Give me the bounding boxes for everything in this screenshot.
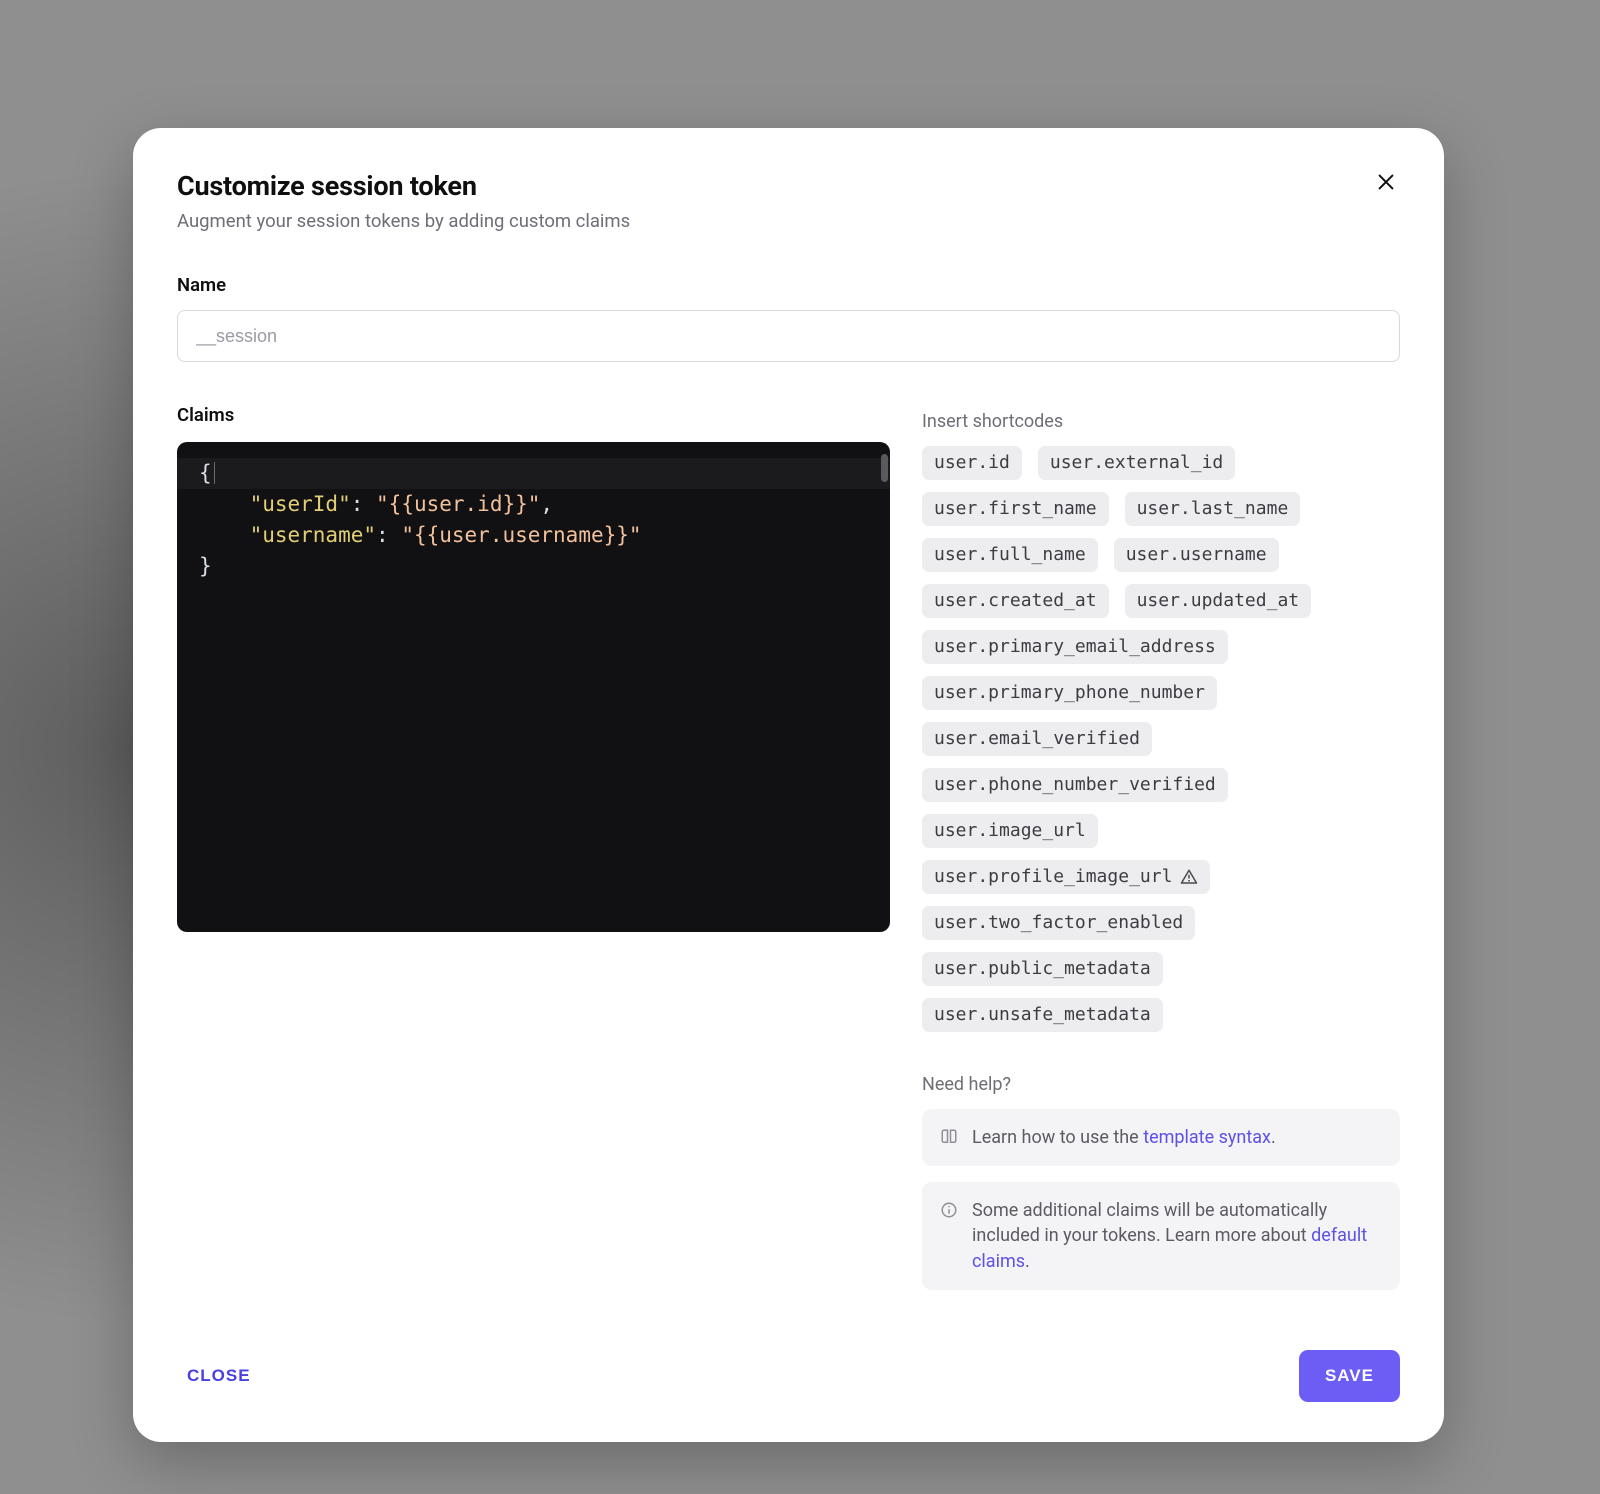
help-text: Learn how to use the template syntax.: [972, 1125, 1276, 1150]
shortcode-chip[interactable]: user.profile_image_url: [922, 860, 1210, 894]
shortcode-chip[interactable]: user.last_name: [1125, 492, 1301, 526]
shortcode-text: user.full_name: [934, 546, 1086, 564]
name-input[interactable]: [177, 310, 1400, 362]
shortcode-chip[interactable]: user.updated_at: [1125, 584, 1312, 618]
claims-section: Claims { "userId": "{{user.id}}", "usern…: [177, 404, 1400, 1290]
shortcode-text: user.public_metadata: [934, 960, 1151, 978]
modal-footer: CLOSE SAVE: [177, 1350, 1400, 1402]
code-token: {: [199, 461, 212, 485]
shortcode-text: user.profile_image_url: [934, 868, 1172, 886]
help-default-claims: Some additional claims will be automatic…: [922, 1182, 1400, 1290]
shortcode-text: user.first_name: [934, 500, 1097, 518]
code-token: "{{user.id}}": [376, 492, 540, 516]
shortcode-chip[interactable]: user.primary_phone_number: [922, 676, 1217, 710]
editor-cursor: [214, 462, 215, 484]
shortcodes-list: user.iduser.external_iduser.first_nameus…: [922, 446, 1400, 1032]
shortcode-text: user.external_id: [1050, 454, 1223, 472]
shortcode-chip[interactable]: user.unsafe_metadata: [922, 998, 1163, 1032]
editor-scrollbar[interactable]: [881, 454, 888, 482]
help-title: Need help?: [922, 1074, 1400, 1095]
claims-editor-column: Claims { "userId": "{{user.id}}", "usern…: [177, 404, 890, 932]
shortcode-text: user.id: [934, 454, 1010, 472]
help-text-suffix: .: [1271, 1127, 1276, 1148]
code-token: }: [199, 554, 212, 578]
code-content: { "userId": "{{user.id}}", "username": "…: [199, 458, 868, 582]
close-icon[interactable]: [1370, 166, 1402, 198]
shortcode-text: user.last_name: [1137, 500, 1289, 518]
shortcode-text: user.unsafe_metadata: [934, 1006, 1151, 1024]
modal-title: Customize session token: [177, 170, 1400, 202]
help-template-syntax: Learn how to use the template syntax.: [922, 1109, 1400, 1166]
shortcode-chip[interactable]: user.full_name: [922, 538, 1098, 572]
close-button[interactable]: CLOSE: [177, 1352, 261, 1400]
shortcode-text: user.primary_phone_number: [934, 684, 1205, 702]
help-text: Some additional claims will be automatic…: [972, 1198, 1382, 1274]
shortcode-chip[interactable]: user.external_id: [1038, 446, 1235, 480]
shortcode-chip[interactable]: user.first_name: [922, 492, 1109, 526]
shortcode-chip[interactable]: user.email_verified: [922, 722, 1152, 756]
code-token: ,: [540, 492, 553, 516]
shortcode-text: user.created_at: [934, 592, 1097, 610]
shortcode-chip[interactable]: user.public_metadata: [922, 952, 1163, 986]
code-token: "username": [250, 523, 376, 547]
modal-subtitle: Augment your session tokens by adding cu…: [177, 210, 1400, 232]
template-syntax-link[interactable]: template syntax: [1143, 1127, 1271, 1148]
shortcode-text: user.primary_email_address: [934, 638, 1216, 656]
name-section: Name: [177, 274, 1400, 362]
shortcodes-column: Insert shortcodes user.id user.external_i…: [922, 404, 1400, 1290]
claims-code-editor[interactable]: { "userId": "{{user.id}}", "username": "…: [177, 442, 890, 932]
help-text-prefix: Learn how to use the: [972, 1127, 1143, 1148]
shortcode-chip[interactable]: user.created_at: [922, 584, 1109, 618]
shortcode-chip[interactable]: user.username: [1114, 538, 1279, 572]
shortcode-chip[interactable]: user.primary_email_address: [922, 630, 1228, 664]
claims-label: Claims: [177, 404, 890, 426]
shortcode-text: user.two_factor_enabled: [934, 914, 1183, 932]
shortcode-text: user.phone_number_verified: [934, 776, 1216, 794]
shortcode-chip[interactable]: user.two_factor_enabled: [922, 906, 1195, 940]
help-text-prefix: Some additional claims will be automatic…: [972, 1200, 1327, 1246]
shortcode-chip[interactable]: user.phone_number_verified: [922, 768, 1228, 802]
shortcode-chip[interactable]: user.id: [922, 446, 1022, 480]
shortcode-text: user.updated_at: [1137, 592, 1300, 610]
shortcodes-label: Insert shortcodes: [922, 411, 1400, 432]
name-label: Name: [177, 274, 1400, 296]
code-token: :: [351, 492, 376, 516]
shortcode-chip[interactable]: user.image_url: [922, 814, 1098, 848]
save-button[interactable]: SAVE: [1299, 1350, 1400, 1402]
code-token: "userId": [250, 492, 351, 516]
shortcode-text: user.username: [1126, 546, 1267, 564]
code-token: "{{user.username}}": [401, 523, 641, 547]
shortcode-text: user.email_verified: [934, 730, 1140, 748]
shortcode-text: user.image_url: [934, 822, 1086, 840]
help-text-suffix: .: [1025, 1251, 1030, 1272]
warning-icon: [1180, 868, 1198, 886]
modal-header: Customize session token Augment your ses…: [177, 170, 1400, 232]
code-token: :: [376, 523, 401, 547]
info-icon: [940, 1201, 958, 1219]
book-icon: [940, 1128, 958, 1146]
customize-session-token-modal: Customize session token Augment your ses…: [133, 128, 1444, 1442]
